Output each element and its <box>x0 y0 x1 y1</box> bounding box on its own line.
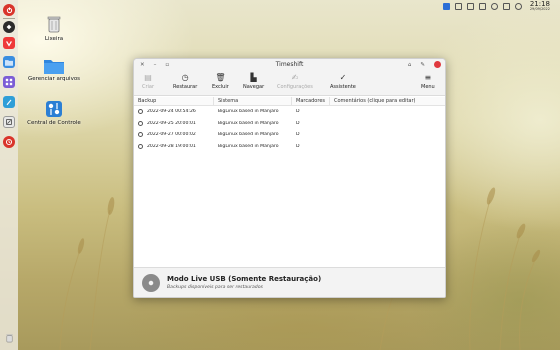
text-editor-icon[interactable] <box>3 96 15 108</box>
create-button[interactable]: ▤ Criar <box>142 72 154 90</box>
drive-icon[interactable] <box>466 2 474 10</box>
system-cell: BigLinux based in Manjaro <box>218 120 279 126</box>
clock-icon <box>138 132 143 138</box>
column-header-system[interactable]: Sistema <box>214 97 292 105</box>
folder-icon <box>44 60 64 74</box>
status-subtitle: Backups disponíveis para ser restaurados <box>167 285 263 290</box>
system-tray: 21:18 29/09/2022 <box>442 1 550 12</box>
table-row[interactable]: 2022-09-25 20:00:01 BigLinux based in Ma… <box>134 118 445 130</box>
pin-icon[interactable]: ✎ <box>420 62 425 68</box>
clock-icon <box>138 143 143 149</box>
menu-label: Menu <box>421 84 435 90</box>
settings-button[interactable]: ✍ Configurações <box>277 72 313 90</box>
settings-label: Configurações <box>277 84 313 90</box>
timeshift-window: ✕ – ▫ Timeshift ⌂ ✎ ▤ Criar ◷ Restaurar … <box>133 58 446 298</box>
clipboard-icon[interactable] <box>454 2 462 10</box>
desktop-item-label: Lixeira <box>44 36 64 42</box>
desktop-item-trash[interactable]: Lixeira <box>24 14 84 42</box>
restore-label: Restaurar <box>173 84 198 90</box>
left-dock <box>0 0 18 350</box>
network-status-icon[interactable] <box>442 2 450 10</box>
backup-cell: 2022-09-24 00:54:26 <box>134 109 214 115</box>
delete-button[interactable]: 🗑 Excluir <box>212 72 229 90</box>
browse-icon: ▙ <box>250 73 257 82</box>
volume-icon[interactable] <box>490 2 498 10</box>
tags-cell: D <box>296 132 300 138</box>
control-center-icon <box>46 101 62 117</box>
delete-icon: 🗑 <box>215 73 226 82</box>
window-title: Timeshift <box>275 61 304 68</box>
create-label: Criar <box>142 84 155 90</box>
wifi-icon[interactable] <box>502 2 510 10</box>
browse-button[interactable]: ▙ Navegar <box>243 72 264 90</box>
status-title: Modo Live USB (Somente Restauração) <box>167 275 322 283</box>
restore-icon[interactable]: ⌂ <box>408 62 412 68</box>
restore-icon: ◷ <box>181 73 189 82</box>
table-row[interactable]: 2022-09-28 19:00:01 BigLinux based in Ma… <box>134 141 445 153</box>
clock[interactable]: 21:18 29/09/2022 <box>530 1 550 12</box>
clock-icon <box>138 109 143 115</box>
disc-icon <box>142 273 160 292</box>
desktop-item-label: Gerenciar arquivos <box>27 76 81 82</box>
snapshot-table: Backup Sistema Marcadores Comentários (c… <box>134 97 445 153</box>
browse-label: Navegar <box>243 84 265 90</box>
trash-icon <box>47 16 61 33</box>
delete-label: Excluir <box>212 84 229 90</box>
files-icon[interactable] <box>3 56 15 68</box>
desktop-item-label: Central de Controle <box>27 120 81 126</box>
tags-cell: D <box>296 109 300 115</box>
status-text: Modo Live USB (Somente Restauração) Back… <box>167 275 321 290</box>
close-icon[interactable] <box>434 61 441 68</box>
status-footer: Modo Live USB (Somente Restauração) Back… <box>134 267 445 297</box>
clock-date: 29/09/2022 <box>529 7 550 11</box>
tags-cell: D <box>296 143 300 149</box>
desktop-item-control-center[interactable]: Central de Controle <box>24 100 84 126</box>
create-icon: ▤ <box>144 73 152 82</box>
table-row[interactable]: 2022-09-27 00:00:02 BigLinux based in Ma… <box>134 129 445 141</box>
desktop-item-files[interactable]: Gerenciar arquivos <box>24 58 84 82</box>
menu-button[interactable]: ≡ Menu <box>421 72 435 90</box>
table-header: Backup Sistema Marcadores Comentários (c… <box>134 97 445 106</box>
wizard-button[interactable]: ✓ Assistente <box>330 72 356 90</box>
dock-app-icon[interactable] <box>3 21 15 33</box>
battery-icon[interactable] <box>478 2 486 10</box>
expand-tray-icon[interactable] <box>514 2 522 10</box>
dock-trash-icon[interactable] <box>3 332 15 344</box>
column-header-tags[interactable]: Marcadores <box>292 97 330 105</box>
minimize-icon[interactable]: – <box>154 62 157 68</box>
backup-date: 2022-09-27 00:00:02 <box>147 132 196 138</box>
column-header-backup[interactable]: Backup <box>134 97 214 105</box>
toolbar: ▤ Criar ◷ Restaurar 🗑 Excluir ▙ Navegar … <box>134 70 445 96</box>
titlebar[interactable]: ✕ – ▫ Timeshift ⌂ ✎ <box>134 59 445 70</box>
titlebar-left-controls: ✕ – ▫ <box>140 59 169 70</box>
close-icon[interactable]: ✕ <box>140 62 145 68</box>
titlebar-right-controls: ⌂ ✎ <box>408 59 441 70</box>
system-cell: BigLinux based in Manjaro <box>218 109 279 115</box>
backup-date: 2022-09-25 20:00:01 <box>147 120 196 126</box>
vivaldi-browser-icon[interactable] <box>3 37 15 49</box>
backup-date: 2022-09-24 00:54:26 <box>147 109 196 115</box>
column-header-comments[interactable]: Comentários (clique para editar) <box>330 97 445 105</box>
backup-cell: 2022-09-25 20:00:01 <box>134 120 214 126</box>
dock-separator <box>3 18 15 19</box>
menu-icon: ≡ <box>424 73 432 82</box>
backup-cell: 2022-09-27 00:00:02 <box>134 132 214 138</box>
system-settings-icon[interactable] <box>3 116 15 128</box>
maximize-icon[interactable]: ▫ <box>165 62 169 68</box>
wizard-label: Assistente <box>330 84 356 90</box>
backup-cell: 2022-09-28 19:00:01 <box>134 143 214 149</box>
table-row[interactable]: 2022-09-24 00:54:26 BigLinux based in Ma… <box>134 106 445 118</box>
system-cell: BigLinux based in Manjaro <box>218 143 279 149</box>
tags-cell: D <box>296 120 300 126</box>
system-cell: BigLinux based in Manjaro <box>218 132 279 138</box>
top-panel: 21:18 29/09/2022 <box>0 0 560 14</box>
wizard-icon: ✓ <box>339 73 347 82</box>
backup-date: 2022-09-28 19:00:01 <box>147 143 196 149</box>
apps-grid-icon[interactable] <box>3 76 15 88</box>
restore-button[interactable]: ◷ Restaurar <box>173 72 197 90</box>
clock-icon <box>138 120 143 126</box>
settings-icon: ✍ <box>291 73 299 82</box>
timeshift-icon[interactable] <box>3 136 15 148</box>
